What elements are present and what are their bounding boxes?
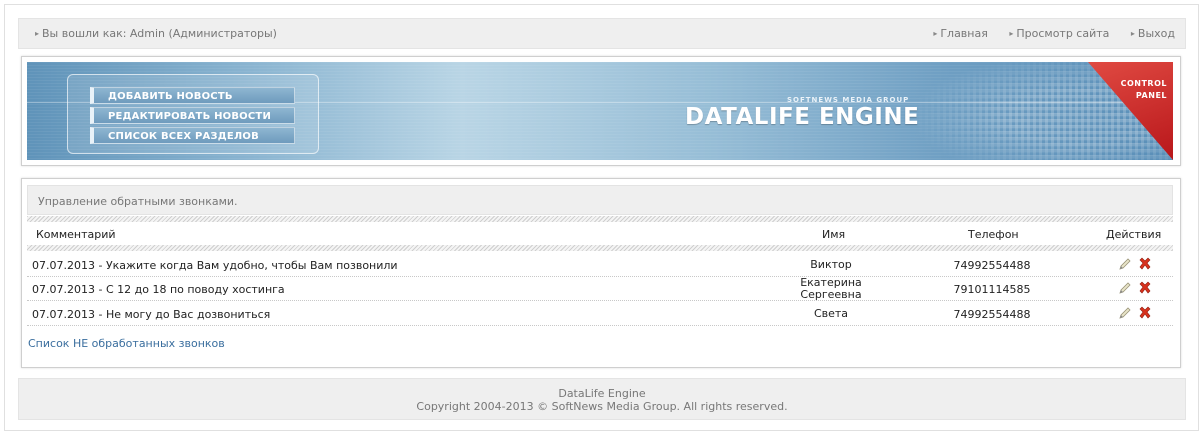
top-bar: ▸ Вы вошли как: Admin (Администраторы) ▸ Г… bbox=[18, 18, 1186, 49]
arrow-icon: ▸ bbox=[35, 29, 40, 38]
footer: DataLife Engine Copyright 2004-2013 © So… bbox=[18, 378, 1186, 420]
column-comment: Комментарий bbox=[36, 228, 116, 241]
row-phone: 74992554488 bbox=[953, 308, 1031, 321]
nav-home-label: Главная bbox=[940, 27, 988, 40]
divider-hatch bbox=[27, 216, 1173, 222]
table-row: 07.07.2013 - Укажите когда Вам удобно, ч… bbox=[27, 253, 1173, 277]
divider-hatch bbox=[27, 245, 1173, 251]
footer-copyright: Copyright 2004-2013 © SoftNews Media Gro… bbox=[416, 400, 788, 413]
quick-menu: ДОБАВИТЬ НОВОСТЬ РЕДАКТИРОВАТЬ НОВОСТИ С… bbox=[67, 74, 319, 154]
top-nav: ▸ Главная ▸ Просмотр сайта ▸ Выход bbox=[915, 27, 1175, 40]
row-actions bbox=[1117, 305, 1153, 321]
control-panel-line1: CONTROL bbox=[1120, 79, 1167, 88]
panel-title: Управление обратными звонками. bbox=[38, 195, 238, 208]
login-text: Вы вошли как: Admin (Администраторы) bbox=[42, 27, 277, 40]
arrow-icon: ▸ bbox=[1130, 29, 1135, 38]
arrow-icon: ▸ bbox=[1009, 29, 1014, 38]
nav-logout-label: Выход bbox=[1137, 27, 1175, 40]
brand-subtitle: SOFTNEWS MEDIA GROUP bbox=[787, 96, 910, 104]
column-phone: Телефон bbox=[968, 228, 1019, 241]
unprocessed-calls-link[interactable]: Список НЕ обработанных звонков bbox=[28, 337, 225, 350]
row-phone: 79101114585 bbox=[953, 283, 1031, 296]
delete-x-icon[interactable] bbox=[1137, 256, 1153, 272]
column-name: Имя bbox=[822, 228, 846, 241]
row-name: Екатерина Сергеевна bbox=[800, 276, 862, 301]
callbacks-panel: Управление обратными звонками. Комментар… bbox=[21, 178, 1181, 368]
control-panel-label: CONTROL PANEL bbox=[1121, 78, 1167, 102]
add-news-button[interactable]: ДОБАВИТЬ НОВОСТЬ bbox=[90, 87, 295, 104]
nav-home-link[interactable]: ▸ Главная bbox=[933, 27, 988, 40]
table-row: 07.07.2013 - С 12 до 18 по поводу хостин… bbox=[27, 277, 1173, 301]
row-actions bbox=[1117, 280, 1153, 296]
row-name: Света bbox=[813, 307, 849, 320]
table-header: Комментарий Имя Телефон Действия bbox=[27, 225, 1173, 245]
footer-product: DataLife Engine bbox=[558, 387, 646, 400]
banner: ДОБАВИТЬ НОВОСТЬ РЕДАКТИРОВАТЬ НОВОСТИ С… bbox=[27, 62, 1173, 160]
pencil-icon[interactable] bbox=[1117, 305, 1133, 321]
delete-x-icon[interactable] bbox=[1137, 305, 1153, 321]
column-actions: Действия bbox=[1106, 228, 1162, 241]
control-panel-line2: PANEL bbox=[1135, 91, 1167, 100]
nav-view-site-link[interactable]: ▸ Просмотр сайта bbox=[1009, 27, 1109, 40]
brand-logo: DATALIFE ENGINE bbox=[685, 104, 920, 130]
row-comment: 07.07.2013 - Не могу до Вас дозвониться bbox=[32, 308, 271, 321]
table-row: 07.07.2013 - Не могу до Вас дозвониться … bbox=[27, 302, 1173, 326]
pencil-icon[interactable] bbox=[1117, 256, 1133, 272]
row-comment: 07.07.2013 - С 12 до 18 по поводу хостин… bbox=[32, 283, 285, 296]
delete-x-icon[interactable] bbox=[1137, 280, 1153, 296]
sections-list-button[interactable]: СПИСОК ВСЕХ РАЗДЕЛОВ bbox=[90, 127, 295, 144]
login-status: ▸ Вы вошли как: Admin (Администраторы) bbox=[35, 27, 277, 40]
edit-news-button[interactable]: РЕДАКТИРОВАТЬ НОВОСТИ bbox=[90, 107, 295, 124]
nav-view-site-label: Просмотр сайта bbox=[1016, 27, 1110, 40]
nav-logout-link[interactable]: ▸ Выход bbox=[1131, 27, 1175, 40]
row-actions bbox=[1117, 256, 1153, 272]
row-name: Виктор bbox=[810, 258, 852, 271]
row-comment: 07.07.2013 - Укажите когда Вам удобно, ч… bbox=[32, 259, 398, 272]
arrow-icon: ▸ bbox=[933, 29, 938, 38]
pencil-icon[interactable] bbox=[1117, 280, 1133, 296]
row-phone: 74992554488 bbox=[953, 259, 1031, 272]
panel-header: Управление обратными звонками. bbox=[27, 185, 1173, 215]
banner-container: ДОБАВИТЬ НОВОСТЬ РЕДАКТИРОВАТЬ НОВОСТИ С… bbox=[21, 56, 1181, 166]
